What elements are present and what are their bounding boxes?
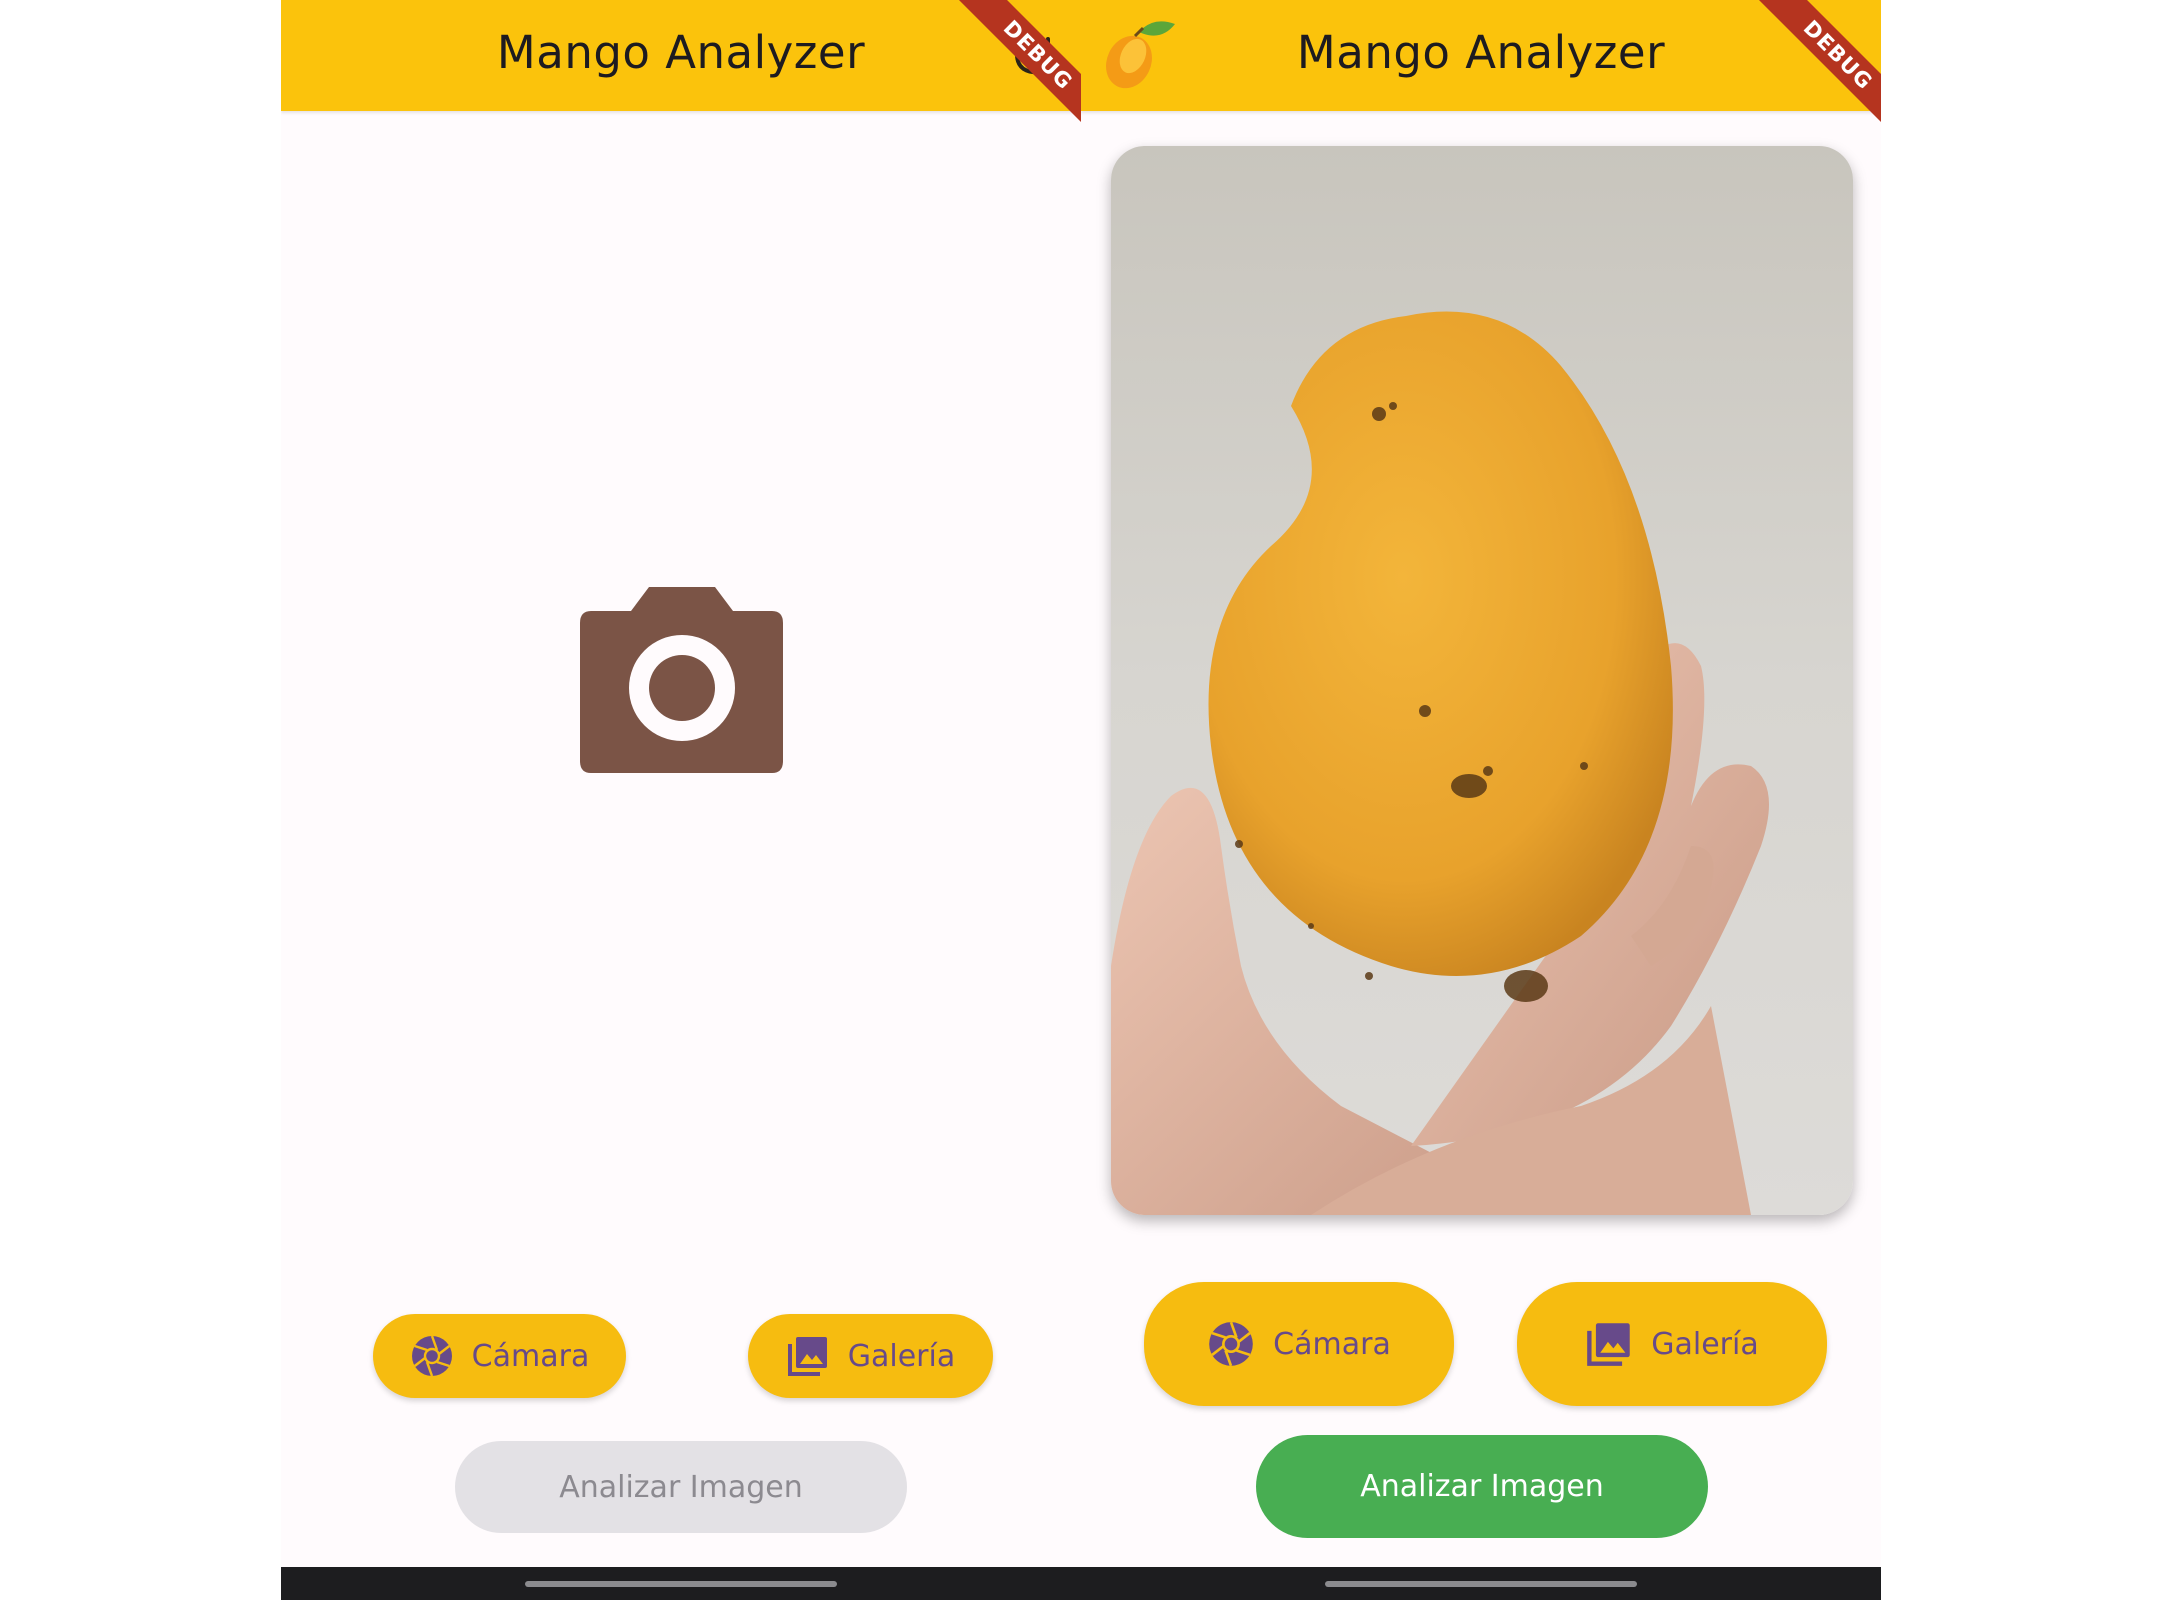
analyze-button[interactable]: Analizar Imagen <box>1256 1435 1708 1538</box>
gallery-button[interactable]: Galería <box>748 1314 993 1398</box>
camera-button[interactable]: Cámara <box>1144 1282 1454 1406</box>
app-screen-with-image: Mango Analyzer DEBUG Cámara Galería Anal… <box>1081 0 1881 1600</box>
selected-image <box>1111 146 1853 1215</box>
photo-library-icon <box>1587 1323 1630 1366</box>
camera-button[interactable]: Cámara <box>373 1314 626 1398</box>
app-screen-empty: Mango Analyzer DEBUG Cámara Galería Anal… <box>281 0 1081 1600</box>
camera-icon <box>580 587 783 773</box>
home-indicator[interactable] <box>1325 1581 1637 1587</box>
app-bar: Mango Analyzer DEBUG <box>281 0 1081 135</box>
app-title: Mango Analyzer <box>496 26 866 79</box>
home-indicator[interactable] <box>525 1581 837 1587</box>
system-nav-bar <box>1081 1567 1881 1600</box>
app-bar: Mango Analyzer DEBUG <box>1081 0 1881 135</box>
camera-shutter-icon <box>411 1335 452 1377</box>
camera-button-label: Cámara <box>471 1338 590 1374</box>
gallery-button[interactable]: Galería <box>1517 1282 1827 1406</box>
camera-button-label: Cámara <box>1273 1326 1391 1362</box>
gallery-button-label: Galería <box>847 1338 956 1374</box>
photo-library-icon <box>787 1337 827 1376</box>
mango-photo <box>1111 146 1853 1215</box>
app-title: Mango Analyzer <box>1296 26 1666 79</box>
analyze-button[interactable]: Analizar Imagen <box>455 1441 907 1533</box>
gallery-button-label: Galería <box>1651 1326 1759 1362</box>
system-nav-bar <box>281 1567 1081 1600</box>
camera-shutter-icon <box>1209 1321 1253 1367</box>
